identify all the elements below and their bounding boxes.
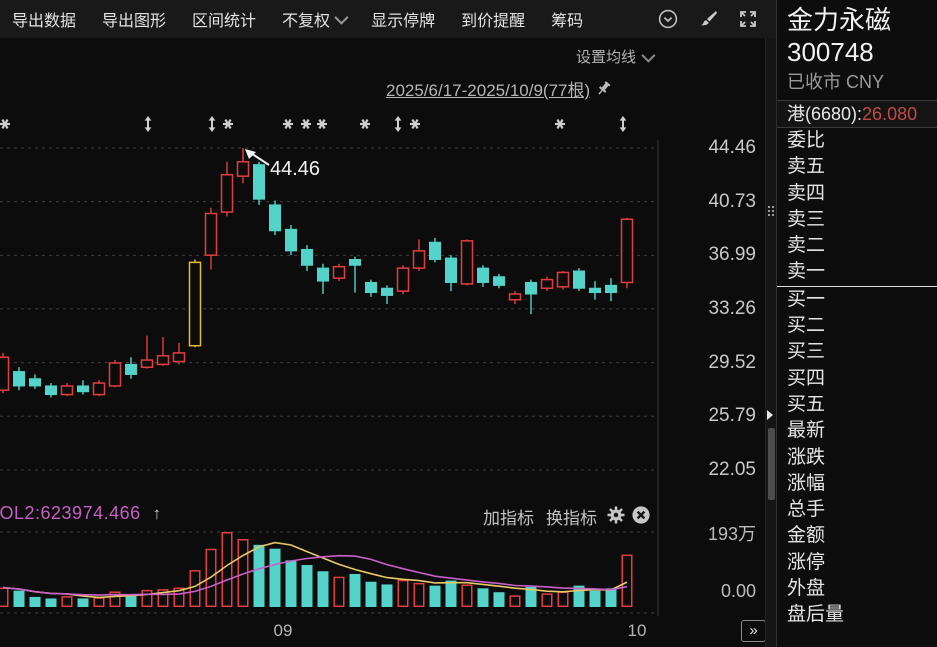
toolbar-item-label: 导出数据 <box>12 7 76 31</box>
quote-field-after-hours-volume: 盘后量 <box>777 602 937 628</box>
toolbar-item-range-stats[interactable]: 区间统计 <box>192 7 256 31</box>
quote-field-weibi-ratio: 委比 <box>777 128 937 154</box>
up-arrow-icon: ↑ <box>153 504 162 523</box>
toolbar-item-label: 筹码 <box>551 7 583 31</box>
quote-field-outer-disk: 外盘 <box>777 576 937 602</box>
volume-axis-tick: 0.00 <box>678 581 756 602</box>
event-star-icon <box>317 120 327 129</box>
toolbar-item-price-alert[interactable]: 到价提醒 <box>461 7 525 31</box>
quote-field-limit-up: 涨停 <box>777 550 937 576</box>
event-star-icon <box>223 120 233 129</box>
price-axis-tick: 33.26 <box>678 298 756 320</box>
event-star-icon <box>0 120 10 129</box>
volume-axis-tick: 193万 <box>678 520 756 546</box>
date-range-text: 2025/6/17-2025/10/9(77根) <box>386 76 590 101</box>
quote-field-turnover: 金额 <box>777 523 937 549</box>
hk-quote-label: 港(6680): <box>787 104 862 124</box>
high-price-annotation: 44.46 <box>270 158 320 180</box>
price-axis-tick: 40.73 <box>678 191 756 213</box>
quote-field-sell-1: 卖一 <box>777 259 937 285</box>
toolbar-item-label: 导出图形 <box>102 7 166 31</box>
switch-indicator-button[interactable]: 换指标 <box>546 504 597 529</box>
event-star-icon <box>283 120 293 129</box>
quote-field-buy-3: 买三 <box>777 339 937 365</box>
quote-sidebar: 金力永磁 300748 已收市 CNY 港(6680):26.080 委比卖五卖… <box>776 0 937 647</box>
toolbar-item-export-image[interactable]: 导出图形 <box>102 7 166 31</box>
collapse-arrow-icon[interactable] <box>767 410 773 420</box>
gear-icon <box>606 505 626 525</box>
toolbar-item-label: 区间统计 <box>192 7 256 31</box>
quote-field-buy-4: 买四 <box>777 366 937 392</box>
toolbar-item-chips[interactable]: 筹码 <box>551 7 583 31</box>
quote-field-sell-2: 卖二 <box>777 233 937 259</box>
chevron-down-icon <box>334 11 348 25</box>
brush-icon[interactable] <box>698 9 718 29</box>
volume-indicator-value: VOL2:623974.466 ↑ <box>0 503 161 524</box>
stock-name: 金力永磁 <box>777 0 937 36</box>
event-star-icon <box>555 120 565 129</box>
toolbar-item-label: 到价提醒 <box>461 7 525 31</box>
vol2-value-label: VOL2:623974.466 <box>0 503 141 523</box>
quote-field-buy-5: 买五 <box>777 392 937 418</box>
toolbar-item-label: 显示停牌 <box>371 7 435 31</box>
price-axis-tick: 25.79 <box>678 405 756 427</box>
price-axis-tick: 22.05 <box>678 459 756 481</box>
quote-field-change-percent: 涨幅 <box>777 471 937 497</box>
hk-quote-price: 26.080 <box>862 104 917 124</box>
close-indicator-button[interactable] <box>631 505 651 530</box>
market-status: 已收市 CNY <box>777 68 937 100</box>
event-star-icon <box>301 120 311 129</box>
quote-field-buy-1: 买一 <box>777 287 937 313</box>
chart-toolbar: 导出数据 导出图形 区间统计 不复权 显示停牌 到价提醒 筹码 <box>0 0 776 38</box>
toolbar-item-export-data[interactable]: 导出数据 <box>12 7 76 31</box>
quote-field-latest-price: 最新 <box>777 418 937 444</box>
circle-chevron-down-icon[interactable] <box>658 9 678 29</box>
fullscreen-icon[interactable] <box>738 9 758 29</box>
date-range-label[interactable]: 2025/6/17-2025/10/9(77根) <box>386 76 613 101</box>
quote-field-sell-4: 卖四 <box>777 181 937 207</box>
ma-settings-label: 设置均线 <box>576 46 636 67</box>
toolbar-item-show-suspended[interactable]: 显示停牌 <box>371 7 435 31</box>
quote-field-change: 涨跌 <box>777 445 937 471</box>
scroll-right-button[interactable]: » <box>741 620 766 642</box>
quote-field-list: 委比卖五卖四卖三卖二卖一买一买二买三买四买五最新涨跌涨幅总手金额涨停外盘盘后量 <box>777 128 937 629</box>
price-axis-tick: 36.99 <box>678 244 756 266</box>
event-star-icon <box>410 120 420 129</box>
x-axis-tick: 09 <box>261 621 305 641</box>
indicator-settings-button[interactable] <box>606 505 626 530</box>
toolbar-icon-group <box>658 9 764 29</box>
quote-field-total-hands: 总手 <box>777 497 937 523</box>
ma-settings-button[interactable]: 设置均线 <box>520 46 652 67</box>
price-axis-tick: 29.52 <box>678 352 756 374</box>
add-indicator-button[interactable]: 加指标 <box>483 504 534 529</box>
stock-chart-window: 44.46 导出数据 导出图形 区间统计 不复权 显示停牌 到价提醒 筹码 设置均线 202… <box>0 0 937 647</box>
quote-field-buy-2: 买二 <box>777 313 937 339</box>
hk-quote-row: 港(6680):26.080 <box>777 100 937 128</box>
toolbar-item-adjust-mode[interactable]: 不复权 <box>282 7 345 31</box>
scrollbar-thumb[interactable] <box>768 428 775 500</box>
toolbar-item-label: 不复权 <box>282 7 330 31</box>
x-axis-tick: 10 <box>615 621 659 641</box>
quote-field-sell-5: 卖五 <box>777 154 937 180</box>
close-icon <box>631 505 651 525</box>
event-star-icon <box>360 120 370 129</box>
quote-field-sell-3: 卖三 <box>777 207 937 233</box>
pin-icon[interactable] <box>596 80 613 97</box>
price-axis-tick: 44.46 <box>678 137 756 159</box>
divider-grip-icon[interactable] <box>768 206 774 218</box>
stock-code: 300748 <box>777 36 937 68</box>
